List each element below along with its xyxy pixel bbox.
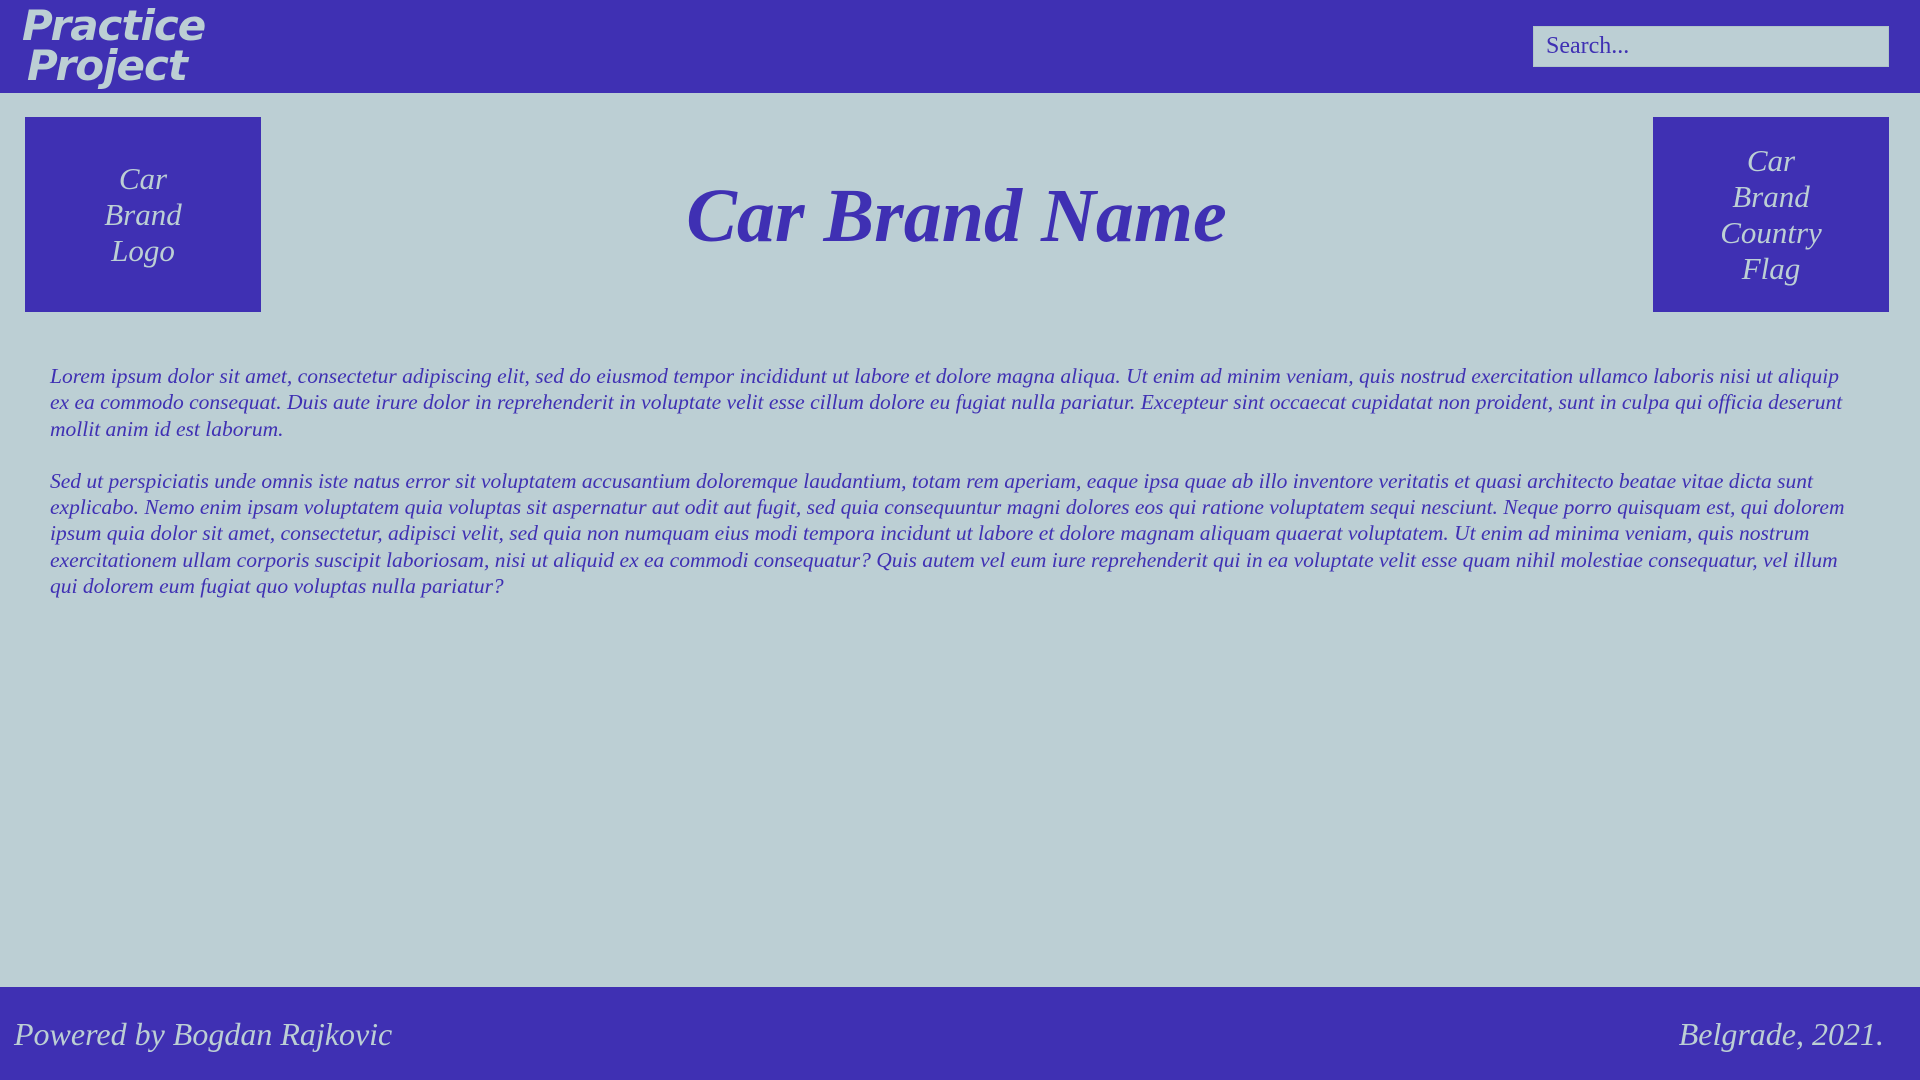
main-content: Lorem ipsum dolor sit amet, consectetur … [50, 363, 1850, 599]
content-paragraph-2: Sed ut perspiciatis unde omnis iste natu… [50, 468, 1845, 599]
content-paragraph-1: Lorem ipsum dolor sit amet, consectetur … [50, 364, 1843, 441]
car-brand-logo-label: Car Brand Logo [104, 160, 182, 268]
search-input[interactable] [1533, 26, 1889, 67]
footer-location-year: Belgrade, 2021. [1678, 1016, 1884, 1052]
car-brand-country-flag: Car Brand Country Flag [1653, 117, 1889, 312]
site-header: Practice Project [0, 0, 1920, 93]
site-footer: Powered by Bogdan Rajkovic Belgrade, 202… [0, 987, 1920, 1080]
car-brand-logo: Car Brand Logo [25, 117, 261, 312]
page-title: Car Brand Name [686, 174, 1227, 258]
site-brand-title[interactable]: Practice Project [22, 5, 206, 87]
car-brand-country-flag-label: Car Brand Country Flag [1720, 142, 1822, 286]
footer-credit: Powered by Bogdan Rajkovic [14, 1016, 393, 1052]
